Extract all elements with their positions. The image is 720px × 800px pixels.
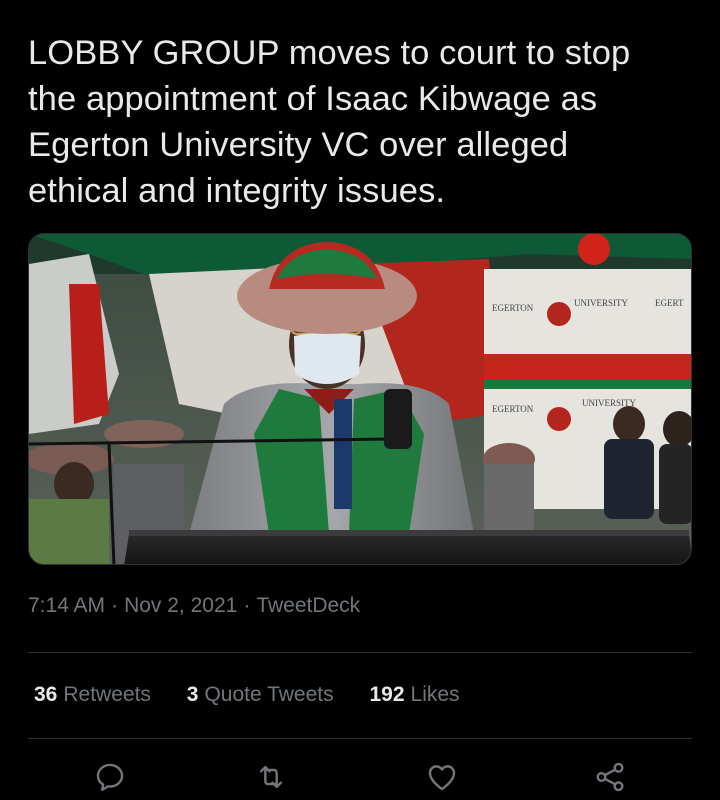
crest-icon [547,407,571,431]
tweet-time[interactable]: 7:14 AM [28,594,105,617]
divider [28,652,692,653]
tweet-source[interactable]: TweetDeck [256,594,360,617]
engagement-stats: 36 Retweets 3 Quote Tweets 192 Likes [34,683,490,707]
tweet-actions [0,760,720,800]
banner-word: EGERT [655,298,684,308]
banner-word: EGERTON [492,404,534,414]
divider [28,738,692,739]
likes-count: 192 [369,683,405,706]
likes-stat[interactable]: 192 Likes [369,683,459,707]
retweets-count: 36 [34,683,58,706]
reply-button[interactable] [93,760,129,796]
quote-tweets-label: Quote Tweets [204,683,334,706]
graduation-speech-photo: EGERTON UNIVERSITY EGERT EGERTON UNIVERS… [29,234,691,564]
quote-tweets-stat[interactable]: 3 Quote Tweets [187,683,334,707]
retweet-button[interactable] [254,760,290,796]
quote-tweets-count: 3 [186,683,199,706]
crest-icon [547,302,571,326]
reply-icon [96,763,124,791]
tweet-date[interactable]: Nov 2, 2021 [124,594,237,617]
like-icon [428,765,456,791]
tweet-text-line: the appointment of Isaac Kibwage as [28,80,598,118]
share-icon [596,762,624,792]
separator-dot: · [111,594,119,617]
share-button[interactable] [593,760,629,796]
like-button[interactable] [425,760,461,796]
retweet-icon [259,765,283,789]
retweets-stat[interactable]: 36 Retweets [34,683,151,707]
retweets-label: Retweets [63,683,151,706]
likes-label: Likes [410,683,460,706]
tweet-text-line: Egerton University VC over alleged [28,126,569,164]
tweet-text-line: ethical and integrity issues. [28,172,446,210]
tweet-text-line: LOBBY GROUP moves to court to stop [28,34,631,72]
separator-dot: · [243,594,251,617]
banner-word: UNIVERSITY [574,298,628,308]
tweet-timestamp: 7:14 AM · Nov 2, 2021 · TweetDeck [28,594,360,618]
banner-word: EGERTON [492,303,534,313]
tweet-text: LOBBY GROUP moves to court to stop the a… [28,30,698,214]
tweet-photo[interactable]: EGERTON UNIVERSITY EGERT EGERTON UNIVERS… [28,233,692,565]
